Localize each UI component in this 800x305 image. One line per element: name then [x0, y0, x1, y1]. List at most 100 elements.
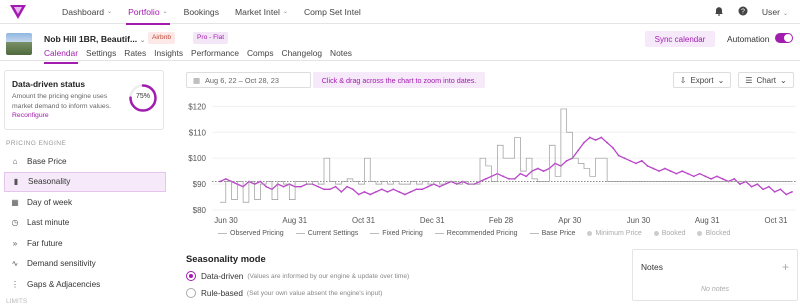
legend-blocked[interactable]: Blocked [697, 230, 730, 237]
seasonality-mode-title: Seasonality mode [186, 253, 266, 264]
pricing-chart-svg[interactable]: $120 $110 $100 $90 $80 Jun 30 Aug 31 Oct 31 Dec … [176, 92, 800, 234]
sidebar-item-last-minute[interactable]: ◷ Last minute [0, 213, 168, 233]
notes-panel: Notes + No notes [632, 249, 798, 301]
nav-label: Bookings [183, 6, 219, 17]
nav-bookings[interactable]: Bookings [176, 0, 227, 24]
top-nav-bar: Dashboard ⌄ Portfolio ⌄ Bookings Market In… [0, 0, 800, 25]
radio-rule-based[interactable] [186, 288, 196, 298]
gaps-icon: ⋮ [11, 279, 19, 289]
tab-rates[interactable]: Rates [124, 48, 146, 61]
series-point [317, 185, 320, 188]
nav-dashboard[interactable]: Dashboard ⌄ [54, 0, 120, 24]
status-desc-text: Amount the pricing engine uses market de… [12, 93, 111, 110]
legend-current[interactable]: Current Settings [295, 230, 358, 237]
y-tick-label: $80 [193, 206, 207, 215]
bar-chart-icon: ▮ [13, 177, 19, 186]
wheelhouse-logo-icon[interactable] [6, 0, 30, 24]
listing-tabs: Calendar Settings Rates Insights Perform… [44, 48, 352, 64]
series-point [687, 172, 689, 175]
series-point [652, 167, 655, 170]
help-icon[interactable]: ? [738, 6, 748, 18]
legend-recommended[interactable]: Recommended Pricing [434, 230, 518, 237]
legend-swatch [653, 231, 659, 236]
option-rule-based[interactable]: Rule-based (Set your own value absent the… [186, 288, 382, 298]
tab-settings[interactable]: Settings [86, 48, 116, 61]
series-point [525, 175, 528, 178]
date-range-picker[interactable]: ▦ Aug 6, 22 – Oct 28, 23 [186, 72, 311, 88]
series-point [658, 170, 661, 173]
radio-data-driven[interactable] [186, 271, 196, 281]
series-point [340, 190, 343, 193]
legend-booked[interactable]: Booked [653, 230, 685, 237]
x-tick-label: Aug 31 [282, 216, 307, 225]
legend-label: Observed Pricing [230, 230, 284, 237]
status-card-description: Amount the pricing engine uses market de… [12, 92, 124, 121]
x-tick-label: Oct 31 [765, 216, 788, 225]
series-point [224, 178, 227, 180]
series-point [779, 188, 782, 191]
sidebar-item-day-of-week[interactable]: ▦ Day of week [0, 192, 168, 212]
bell-icon[interactable] [714, 6, 724, 18]
y-tick-label: $120 [188, 102, 206, 111]
plus-icon[interactable]: + [782, 260, 789, 274]
status-card-title: Data-driven status [12, 79, 86, 89]
reconfigure-link[interactable]: Reconfigure [12, 112, 49, 119]
tab-comps[interactable]: Comps [247, 48, 274, 61]
series-point [635, 162, 637, 165]
sidebar-item-base-price[interactable]: ⌂ Base Price [0, 151, 168, 171]
legend-fixed[interactable]: Fixed Pricing [370, 230, 423, 237]
listing-thumbnail [6, 33, 32, 55]
pricing-chart[interactable]: $120 $110 $100 $90 $80 Jun 30 Aug 31 Oct 31 Dec … [176, 92, 800, 234]
sidebar-item-seasonality[interactable]: ▮ Seasonality [4, 171, 166, 192]
channel-badge: Airbnb [148, 32, 176, 44]
tab-notes[interactable]: Notes [330, 48, 352, 61]
sidebar-item-demand-sensitivity[interactable]: ∿ Demand sensitivity [0, 254, 168, 274]
tab-insights[interactable]: Insights [154, 48, 183, 61]
series-line-current-settings [220, 108, 792, 203]
tab-performance[interactable]: Performance [191, 48, 239, 61]
series-point [710, 178, 713, 180]
series-point [380, 188, 383, 191]
sidebar-item-far-future[interactable]: » Far future [0, 233, 168, 253]
listing-header: Nob Hill 1BR, Beautif... ⌄ Airbnb Pro - F… [0, 25, 800, 64]
series-point [629, 159, 632, 162]
series-point [594, 139, 597, 141]
series-point [791, 190, 793, 193]
series-point [323, 188, 325, 191]
chevron-down-icon: ⌄ [780, 75, 787, 85]
option-label: Data-driven [201, 271, 244, 281]
nav-portfolio[interactable]: Portfolio ⌄ [120, 0, 176, 25]
legend-minimum-price[interactable]: Minimum Price [587, 230, 642, 237]
chart-legend: Observed Pricing Current Settings Fixed … [218, 230, 730, 237]
tab-changelog[interactable]: Changelog [282, 48, 323, 61]
legend-base-price[interactable]: Base Price [529, 230, 575, 237]
legend-swatch [587, 231, 593, 236]
sidebar-item-gaps-adjacencies[interactable]: ⋮ Gaps & Adjacencies [0, 274, 168, 294]
progress-percent: 75% [135, 93, 150, 100]
series-point [502, 175, 505, 178]
automation-toggle[interactable] [775, 33, 793, 43]
series-point [484, 178, 487, 180]
chart-type-button[interactable]: ☰ Chart ⌄ [738, 72, 794, 88]
option-data-driven[interactable]: Data-driven (Values are informed by our e… [186, 271, 409, 281]
series-point [721, 178, 724, 180]
series-point [577, 149, 580, 152]
nav-comp-set-intel[interactable]: Comp Set Intel [296, 0, 369, 24]
listing-title[interactable]: Nob Hill 1BR, Beautif... ⌄ [44, 34, 145, 44]
tab-calendar[interactable]: Calendar [44, 48, 78, 64]
series-point [357, 193, 360, 196]
series-point [328, 188, 331, 191]
export-button[interactable]: ⇩ Export ⌄ [673, 72, 731, 88]
series-point [762, 188, 765, 191]
nav-market-intel[interactable]: Market Intel ⌄ [227, 0, 296, 24]
legend-observed[interactable]: Observed Pricing [218, 230, 284, 237]
series-point [334, 185, 337, 188]
series-point [565, 159, 568, 162]
sync-calendar-button[interactable]: Sync calendar [645, 31, 715, 47]
series-point [375, 190, 377, 193]
chevron-down-icon: ⌄ [717, 75, 725, 85]
zoom-hint: Click & drag across the chart to zoom in… [313, 72, 485, 88]
series-point [409, 190, 412, 193]
user-menu[interactable]: User ⌄ [762, 7, 788, 17]
sidebar: Data-driven status Amount the pricing en… [0, 62, 172, 305]
